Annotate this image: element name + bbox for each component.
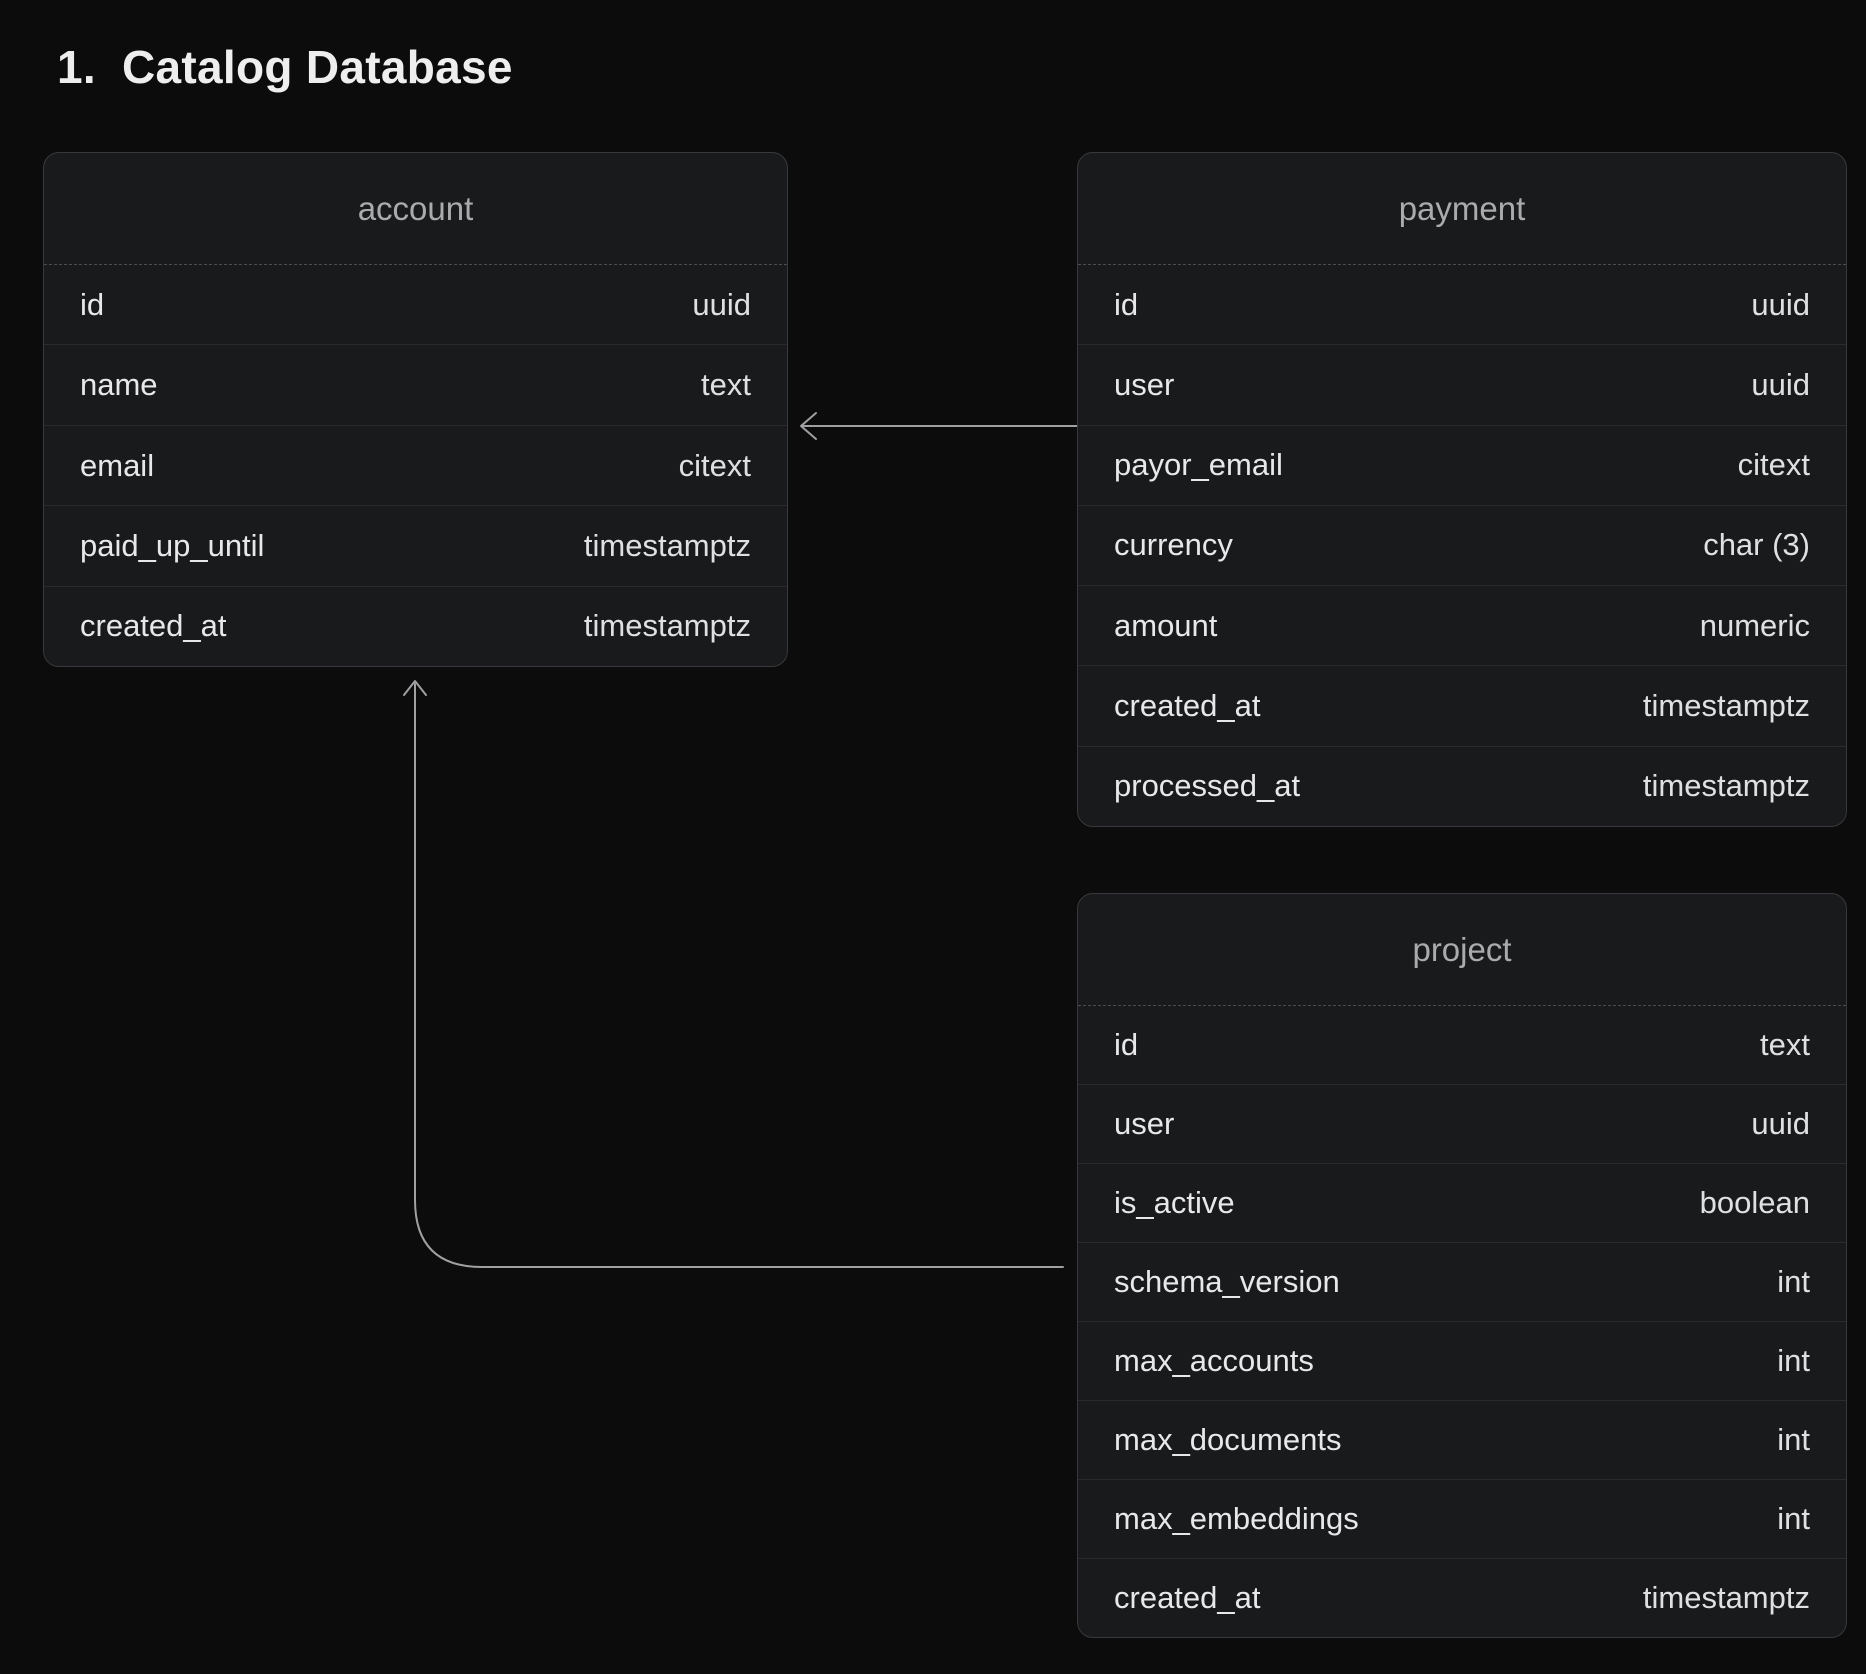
relation-payment-to-account[interactable]: [801, 413, 1077, 439]
field-type: timestamptz: [584, 528, 751, 564]
field-name: paid_up_until: [80, 528, 264, 564]
table-fields: iduuiduseruuidpayor_emailcitextcurrencyc…: [1078, 265, 1846, 826]
field-name: created_at: [80, 608, 227, 644]
field-type: uuid: [1751, 1106, 1810, 1142]
field-row[interactable]: is_active boolean: [1078, 1164, 1846, 1243]
field-name: id: [1114, 1027, 1138, 1063]
field-row[interactable]: id uuid: [44, 265, 787, 345]
table-fields: id text user uuid is_active boolean schema_ver…: [1078, 1006, 1846, 1637]
field-type: char (3): [1703, 527, 1810, 563]
field-type: text: [701, 367, 751, 403]
field-row[interactable]: paid_up_until timestamptz: [44, 506, 787, 586]
relation-project-to-account[interactable]: [404, 681, 1063, 1267]
field-name: created_at: [1114, 1580, 1261, 1616]
table-payment[interactable]: payment id uuid user uuid payor_email citext c…: [1077, 152, 1847, 827]
field-row[interactable]: created_at timestamptz: [44, 587, 787, 666]
field-name: processed_at: [1114, 768, 1300, 804]
field-name: amount: [1114, 608, 1217, 644]
field-row[interactable]: payor_email citext: [1078, 426, 1846, 506]
field-row[interactable]: name text: [44, 345, 787, 425]
field-row[interactable]: max_embeddings int: [1078, 1480, 1846, 1559]
field-row[interactable]: max_accounts int: [1078, 1322, 1846, 1401]
field-type: uuid: [692, 287, 751, 323]
field-row[interactable]: email citext: [44, 426, 787, 506]
table-project[interactable]: project id text user uuid is_active boolean sc…: [1077, 893, 1847, 1638]
table-title: project: [1412, 931, 1511, 969]
field-name: created_at: [1114, 688, 1261, 724]
field-row[interactable]: max_documents int: [1078, 1401, 1846, 1480]
field-row[interactable]: user uuid: [1078, 1085, 1846, 1164]
field-type: int: [1777, 1422, 1810, 1458]
field-name: is_active: [1114, 1185, 1235, 1221]
field-name: max_embeddings: [1114, 1501, 1359, 1537]
field-type: boolean: [1700, 1185, 1810, 1221]
field-name: user: [1114, 1106, 1174, 1142]
table-title: account: [358, 190, 474, 228]
field-type: citext: [679, 448, 751, 484]
field-type: timestamptz: [1643, 688, 1810, 724]
field-name: id: [1114, 287, 1138, 323]
table-header[interactable]: payment: [1078, 153, 1846, 265]
field-row[interactable]: currency char (3): [1078, 506, 1846, 586]
field-name: id: [80, 287, 104, 323]
table-account[interactable]: account id uuid name text email citext paid_up…: [43, 152, 788, 667]
field-name: currency: [1114, 527, 1233, 563]
field-name: email: [80, 448, 154, 484]
field-type: timestamptz: [1643, 768, 1810, 804]
table-header[interactable]: account: [44, 153, 787, 265]
field-type: int: [1777, 1501, 1810, 1537]
table-header[interactable]: project: [1078, 894, 1846, 1006]
field-row[interactable]: processed_at timestamptz: [1078, 747, 1846, 826]
field-row[interactable]: id uuid: [1078, 265, 1846, 345]
field-name: payor_email: [1114, 447, 1283, 483]
field-row[interactable]: id text: [1078, 1006, 1846, 1085]
field-row[interactable]: schema_version int: [1078, 1243, 1846, 1322]
field-name: schema_version: [1114, 1264, 1340, 1300]
field-row[interactable]: user uuid: [1078, 345, 1846, 425]
relation-line: [415, 684, 1063, 1267]
field-type: uuid: [1751, 367, 1810, 403]
field-type: text: [1760, 1027, 1810, 1063]
field-type: numeric: [1700, 608, 1810, 644]
field-name: max_accounts: [1114, 1343, 1314, 1379]
diagram-canvas[interactable]: 1. Catalog Database account iduuidnamete…: [0, 0, 1866, 1674]
table-title: payment: [1399, 190, 1526, 228]
table-fields: iduuidnametextemailcitextpaid_up_untilti…: [44, 265, 787, 666]
field-row[interactable]: created_at timestamptz: [1078, 666, 1846, 746]
field-type: timestamptz: [1643, 1580, 1810, 1616]
field-type: int: [1777, 1264, 1810, 1300]
field-name: user: [1114, 367, 1174, 403]
field-name: name: [80, 367, 158, 403]
field-type: citext: [1738, 447, 1810, 483]
field-name: max_documents: [1114, 1422, 1341, 1458]
field-row[interactable]: created_at timestamptz: [1078, 1559, 1846, 1637]
field-type: uuid: [1751, 287, 1810, 323]
field-row[interactable]: amount numeric: [1078, 586, 1846, 666]
field-type: timestamptz: [584, 608, 751, 644]
field-type: int: [1777, 1343, 1810, 1379]
